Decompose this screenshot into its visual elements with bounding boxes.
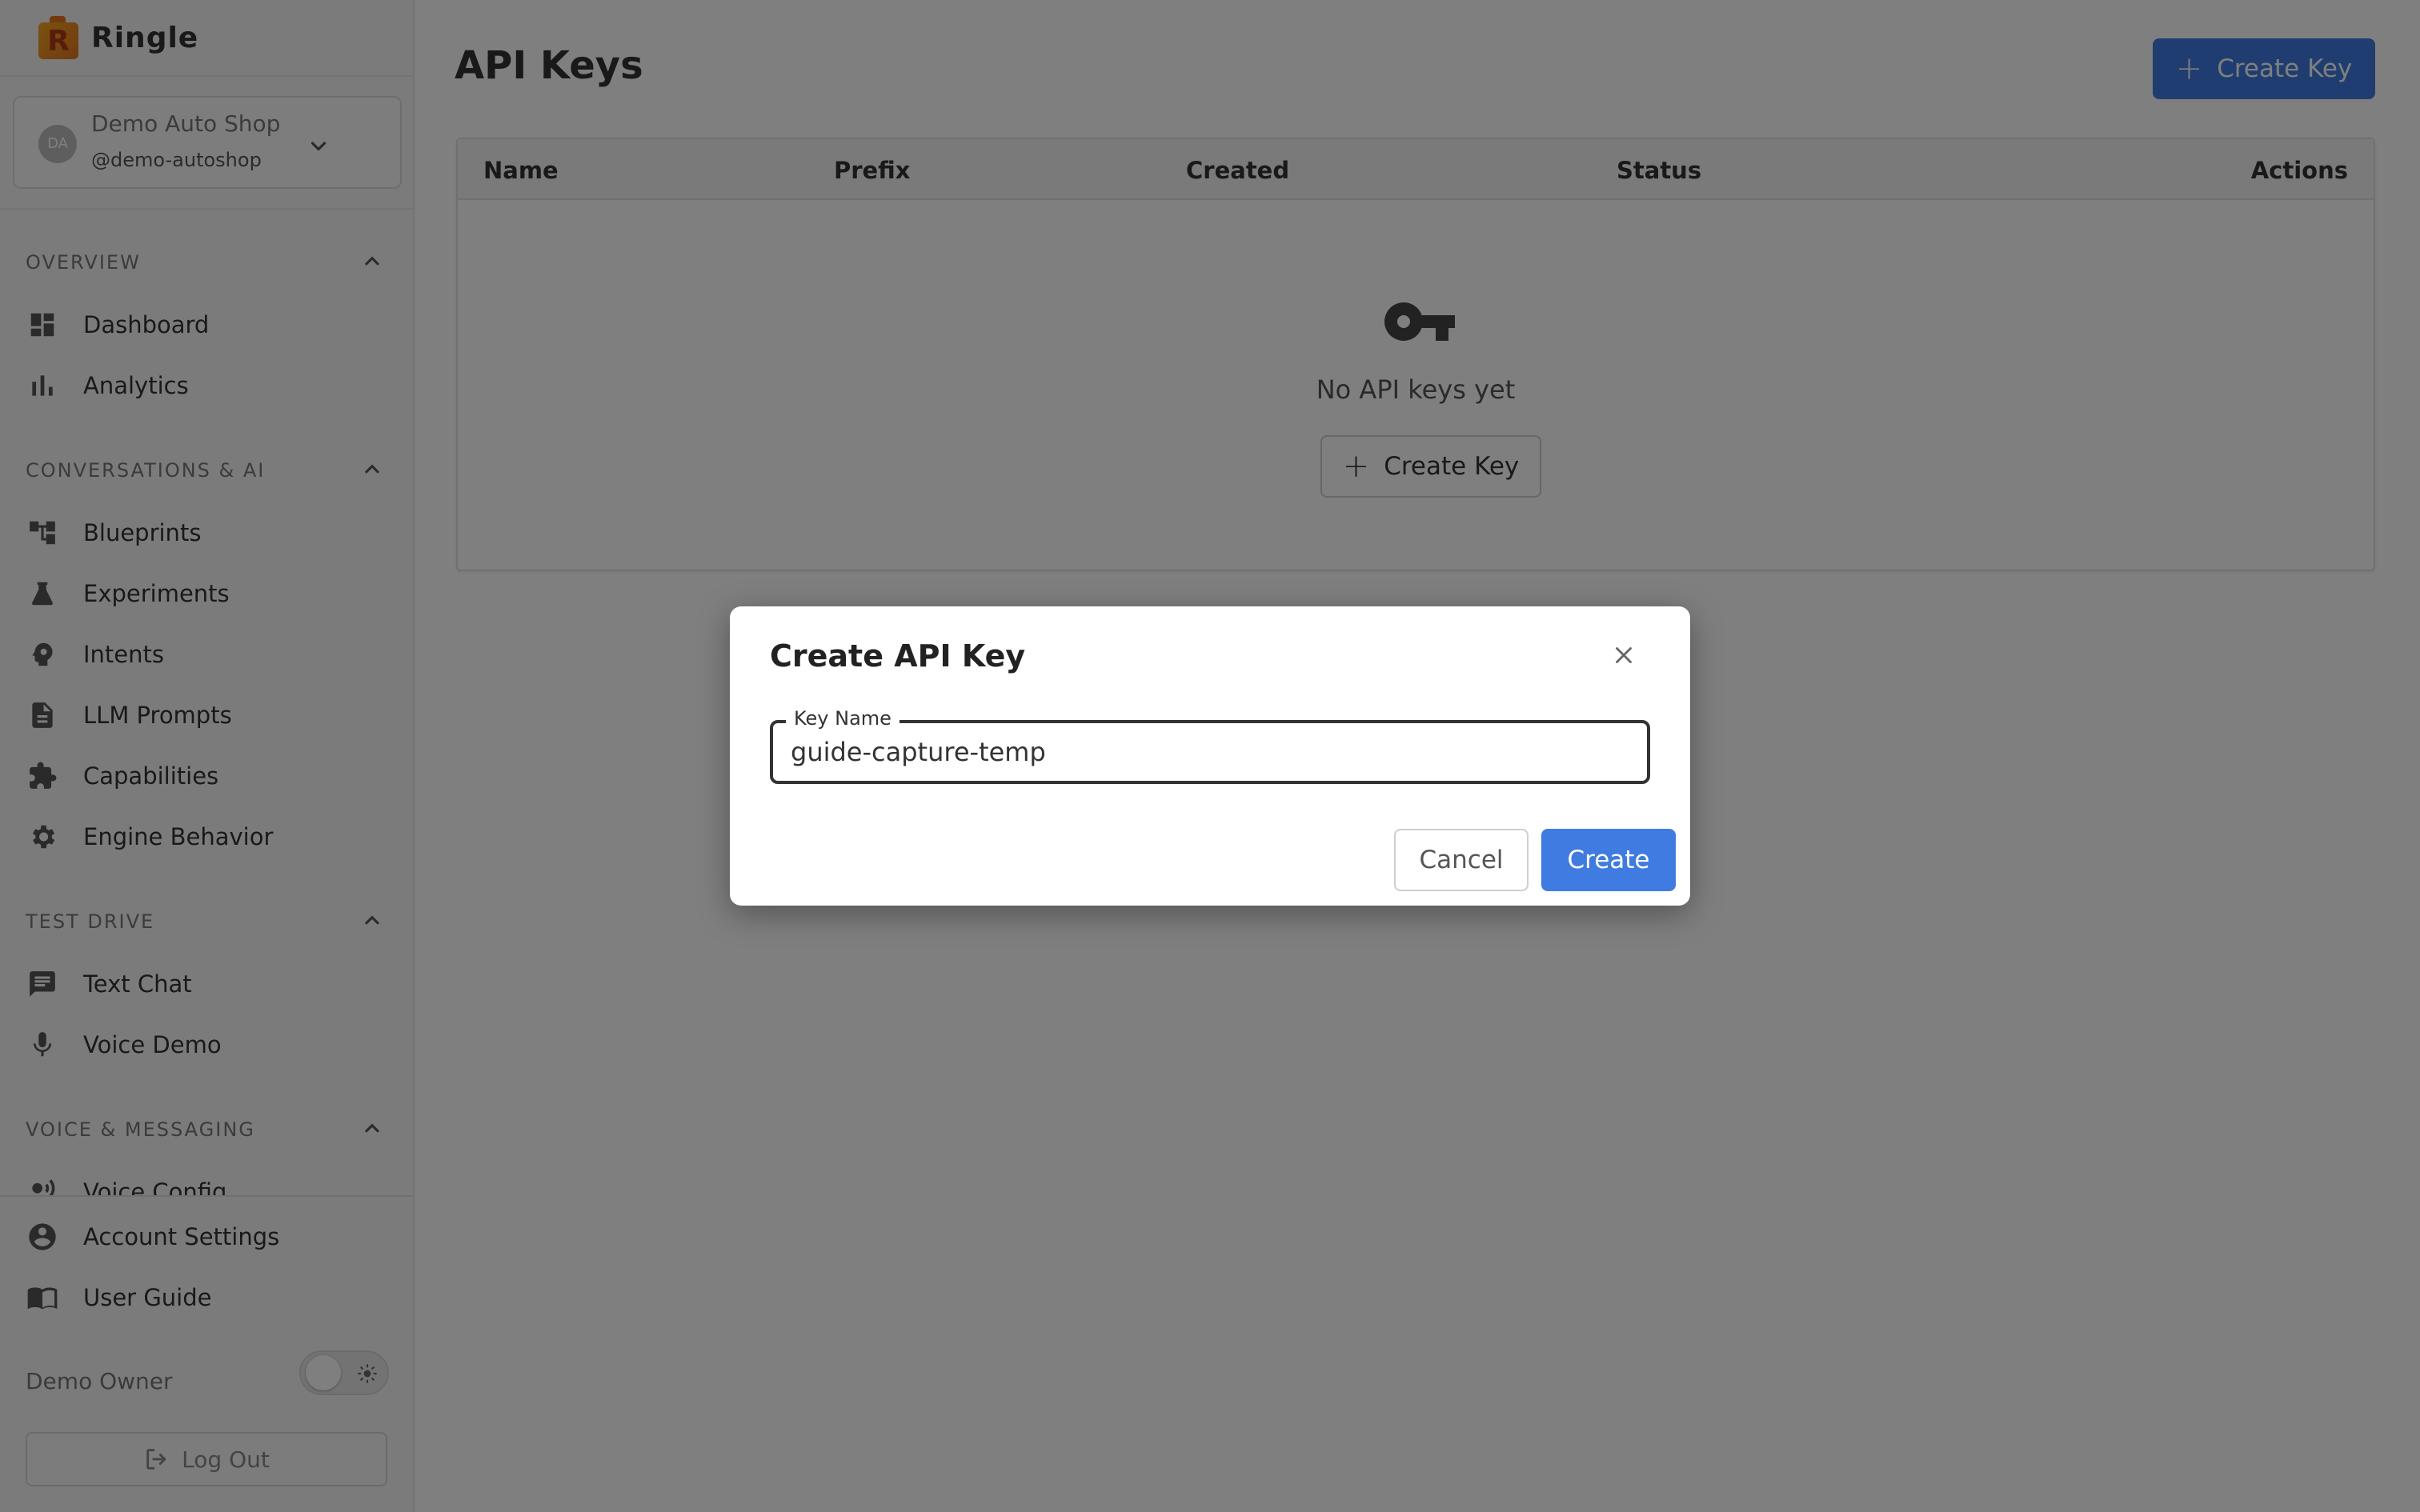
key-name-field: Key Name (770, 707, 1650, 784)
dialog-title: Create API Key (770, 638, 1026, 674)
cancel-button[interactable]: Cancel (1394, 829, 1529, 891)
key-name-label: Key Name (786, 707, 899, 730)
create-api-key-dialog: Create API Key Key Name Cancel Create (730, 606, 1690, 906)
key-name-input[interactable] (791, 731, 1631, 773)
close-icon[interactable] (1610, 642, 1637, 669)
create-button[interactable]: Create (1541, 829, 1676, 891)
